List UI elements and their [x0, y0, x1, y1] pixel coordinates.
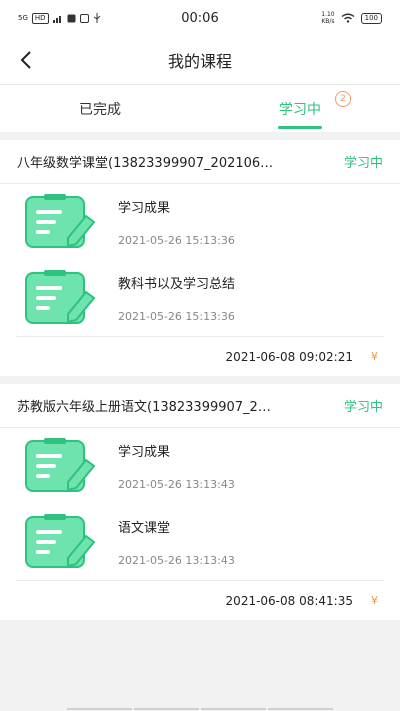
back-button[interactable]	[12, 46, 40, 74]
status-time: 00:06	[181, 10, 219, 26]
course-status: 学习中	[343, 156, 383, 171]
tab-learning[interactable]: 学习中 2	[200, 85, 400, 132]
lesson-item[interactable]: 教科书以及学习总结 2021-05-26 15:13:36	[0, 260, 400, 336]
header-bar: 我的课程	[0, 36, 400, 84]
lesson-info: 语文课堂 2021-05-26 13:13:43	[118, 517, 235, 567]
course-name: 八年级数学课堂(13823399907_202106…	[17, 156, 274, 171]
status-bar: 5G HD 00:06 1.10 KB/s 100	[0, 0, 400, 36]
lesson-name: 学习成果	[118, 201, 171, 216]
signal-icon	[52, 15, 61, 23]
hd-indicator: HD	[31, 12, 49, 24]
network-speed: 1.10 KB/s	[321, 11, 335, 25]
course-footer: 2021-06-08 08:41:35 ¥	[16, 580, 384, 620]
page-title: 我的课程	[167, 52, 232, 71]
lesson-item[interactable]: 学习成果 2021-05-26 15:13:36	[0, 184, 400, 260]
status-right: 1.10 KB/s 100	[261, 11, 382, 25]
course-name: 苏教版六年级上册语文(13823399907_2…	[17, 400, 271, 415]
lesson-notebook-icon	[25, 270, 96, 324]
battery-indicator: 100	[360, 12, 382, 24]
lesson-time: 2021-05-26 13:13:43	[118, 554, 235, 567]
lesson-name: 语文课堂	[118, 521, 171, 536]
lesson-notebook-icon	[25, 438, 96, 492]
lesson-time: 2021-05-26 15:13:36	[118, 234, 235, 247]
tab-completed[interactable]: 已完成	[0, 85, 200, 132]
tab-label: 已完成	[79, 101, 121, 118]
notification-icon	[67, 14, 76, 22]
wifi-icon	[341, 13, 355, 23]
lesson-time: 2021-05-26 13:13:43	[118, 478, 235, 491]
usb-icon	[93, 13, 100, 23]
lesson-info: 教科书以及学习总结 2021-05-26 15:13:36	[118, 273, 235, 323]
lesson-item[interactable]: 学习成果 2021-05-26 13:13:43	[0, 428, 400, 504]
course-status: 学习中	[343, 400, 383, 415]
tab-count-badge: 2	[335, 91, 351, 107]
course-footer: 2021-06-08 09:02:21 ¥	[16, 336, 384, 376]
course-header[interactable]: 苏教版六年级上册语文(13823399907_2… 学习中	[0, 384, 400, 428]
course-card[interactable]: 苏教版六年级上册语文(13823399907_2… 学习中 学习成果 2021-…	[0, 384, 400, 620]
price-symbol: ¥	[371, 594, 378, 607]
tab-bar: 已完成 学习中 2	[0, 84, 400, 132]
lesson-item[interactable]: 语文课堂 2021-05-26 13:13:43	[0, 504, 400, 580]
course-card[interactable]: 八年级数学课堂(13823399907_202106… 学习中 学习成果 202…	[0, 140, 400, 376]
course-updated-time: 2021-06-08 09:02:21	[225, 349, 353, 364]
price-symbol: ¥	[371, 350, 378, 363]
lesson-info: 学习成果 2021-05-26 15:13:36	[118, 197, 235, 247]
lesson-notebook-icon	[25, 194, 96, 248]
network-type: 5G	[18, 14, 28, 22]
lesson-info: 学习成果 2021-05-26 13:13:43	[118, 441, 235, 491]
lesson-name: 学习成果	[118, 445, 171, 460]
course-updated-time: 2021-06-08 08:41:35	[225, 593, 353, 608]
lesson-time: 2021-05-26 15:13:36	[118, 310, 235, 323]
active-tab-indicator	[278, 126, 322, 129]
lesson-notebook-icon	[25, 514, 96, 568]
course-header[interactable]: 八年级数学课堂(13823399907_202106… 学习中	[0, 140, 400, 184]
tab-label: 学习中	[279, 101, 321, 118]
status-left: 5G HD	[18, 12, 139, 24]
app-icon	[79, 13, 89, 23]
chevron-left-icon	[20, 51, 31, 69]
lesson-name: 教科书以及学习总结	[118, 277, 236, 292]
